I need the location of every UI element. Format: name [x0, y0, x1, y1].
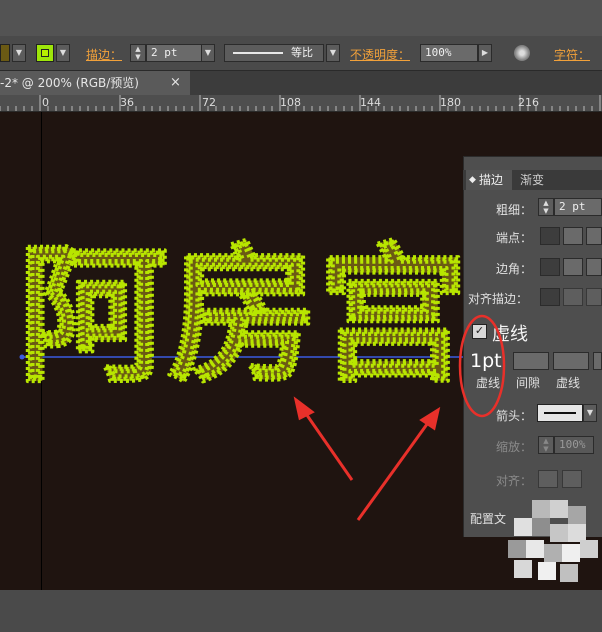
profile-dropdown[interactable]: ▼: [326, 44, 340, 62]
variable-width-profile[interactable]: 等比: [224, 44, 324, 62]
ruler-label-36: 36: [120, 96, 134, 109]
weight-stepper[interactable]: ▲ ▼: [538, 198, 554, 216]
dash-col-label-1: 虚线: [476, 376, 501, 390]
opacity-arrow[interactable]: ▶: [478, 44, 492, 62]
dash-col-label-3: 虚线: [556, 376, 581, 390]
arrowhead-label: 箭头：: [496, 409, 533, 423]
control-bar: ▼ ▼ 描边： ▲ ▼ 2 pt ▼ 等比 ▼ 不透明度： 100% ▶ 字符：: [0, 36, 602, 71]
ruler-label-72: 72: [202, 96, 216, 109]
artwork-text: 阿房宫: [18, 230, 468, 402]
arrowhead-select[interactable]: [537, 404, 583, 422]
horizontal-ruler[interactable]: 0 36 72 108 144 180 216: [0, 95, 602, 112]
align-center-button[interactable]: [540, 288, 560, 306]
arrowhead-dropdown[interactable]: ▼: [583, 404, 597, 422]
mosaic-watermark: [508, 500, 602, 590]
annotation-arrows: [293, 396, 441, 521]
scale-stepper[interactable]: ▲ ▼: [538, 436, 554, 454]
fill-swatch[interactable]: [0, 44, 10, 62]
ruler-label-0: 0: [42, 96, 49, 109]
ruler-label-144: 144: [360, 96, 381, 109]
arrow-align-button-2[interactable]: [562, 470, 582, 488]
fill-dropdown-arrow[interactable]: ▼: [12, 44, 26, 62]
miter-join-button[interactable]: [540, 258, 560, 276]
stroke-label[interactable]: 描边：: [86, 46, 122, 63]
profile-label: 等比: [291, 46, 313, 59]
cap-label: 端点：: [496, 231, 533, 245]
tab-gradient[interactable]: 渐变: [514, 170, 554, 190]
dash-col-label-2: 间隙: [516, 376, 541, 390]
document-tab[interactable]: -2* @ 200% (RGB/预览) ×: [0, 71, 190, 95]
status-bar: [0, 590, 602, 632]
dashed-line-checkbox[interactable]: ✓: [472, 324, 487, 339]
align-arrow-label: 对齐：: [496, 474, 533, 488]
dashed-line-label: 虚线: [492, 324, 528, 345]
stroke-dropdown-arrow[interactable]: ▼: [56, 44, 70, 62]
dash-value[interactable]: 1pt: [470, 350, 502, 372]
bevel-join-button[interactable]: [586, 258, 602, 276]
tab-stroke[interactable]: ◆ 描边: [466, 170, 512, 190]
stroke-weight-input[interactable]: 2 pt: [146, 44, 202, 62]
projecting-cap-button[interactable]: [586, 227, 602, 245]
profile-label: 配置文: [470, 512, 507, 526]
corner-label: 边角：: [496, 262, 533, 276]
tab-stroke-label: 描边: [479, 173, 504, 187]
butt-cap-button[interactable]: [540, 227, 560, 245]
gap-1-field[interactable]: [513, 352, 549, 370]
recolor-icon[interactable]: [514, 45, 530, 61]
weight-input[interactable]: 2 pt: [554, 198, 602, 216]
stroke-weight-dropdown[interactable]: ▼: [201, 44, 215, 62]
ruler-label-180: 180: [440, 96, 461, 109]
stroke-weight-stepper[interactable]: ▲ ▼: [130, 44, 146, 62]
round-cap-button[interactable]: [563, 227, 583, 245]
scale-input[interactable]: 100%: [554, 436, 594, 454]
tab-gradient-label: 渐变: [520, 173, 545, 187]
scale-label: 缩放：: [496, 440, 533, 454]
arrow-align-button-1[interactable]: [538, 470, 558, 488]
align-stroke-label: 对齐描边：: [468, 292, 529, 306]
opacity-input[interactable]: 100%: [420, 44, 478, 62]
gap-2-field[interactable]: [593, 352, 602, 370]
weight-label: 粗细：: [496, 203, 533, 217]
align-outside-button[interactable]: [586, 288, 602, 306]
ruler-label-108: 108: [280, 96, 301, 109]
document-tab-title: -2* @ 200% (RGB/预览): [0, 76, 139, 90]
panel-collapse-icon[interactable]: ◆: [469, 170, 476, 190]
align-inside-button[interactable]: [563, 288, 583, 306]
character-label[interactable]: 字符：: [554, 46, 590, 63]
ruler-ticks: [0, 95, 601, 111]
app-menu-bar: [0, 0, 602, 36]
ruler-label-216: 216: [518, 96, 539, 109]
opacity-label[interactable]: 不透明度：: [350, 46, 410, 63]
stroke-swatch[interactable]: [36, 44, 54, 62]
round-join-button[interactable]: [563, 258, 583, 276]
dash-2-field[interactable]: [553, 352, 589, 370]
close-tab-icon[interactable]: ×: [170, 71, 181, 95]
